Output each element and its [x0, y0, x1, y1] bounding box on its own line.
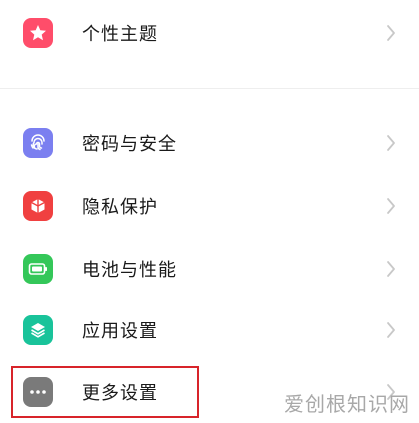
settings-item-label: 个性主题 — [82, 24, 158, 45]
battery-icon — [23, 254, 53, 284]
settings-item-label: 应用设置 — [82, 321, 158, 342]
settings-item-privacy[interactable]: 隐私保护 — [0, 175, 419, 237]
settings-item-label: 电池与性能 — [82, 260, 177, 281]
settings-item-theme[interactable]: 个性主题 — [0, 2, 419, 64]
chevron-right-icon — [387, 25, 395, 41]
settings-item-password-security[interactable]: 密码与安全 — [0, 112, 419, 174]
highlight-box — [11, 366, 199, 418]
fingerprint-icon — [23, 128, 53, 158]
chevron-right-icon — [387, 322, 395, 338]
chevron-right-icon — [387, 261, 395, 277]
watermark-text: 爱创根知识网 — [284, 392, 410, 416]
chevron-right-icon — [387, 198, 395, 214]
section-divider — [0, 88, 419, 89]
theme-icon — [23, 18, 53, 48]
privacy-icon — [23, 191, 53, 221]
settings-item-label: 密码与安全 — [82, 134, 177, 155]
chevron-right-icon — [387, 135, 395, 151]
app-layers-icon — [23, 315, 53, 345]
settings-item-app-settings[interactable]: 应用设置 — [0, 299, 419, 361]
settings-item-label: 隐私保护 — [82, 197, 158, 218]
settings-item-battery-performance[interactable]: 电池与性能 — [0, 238, 419, 300]
